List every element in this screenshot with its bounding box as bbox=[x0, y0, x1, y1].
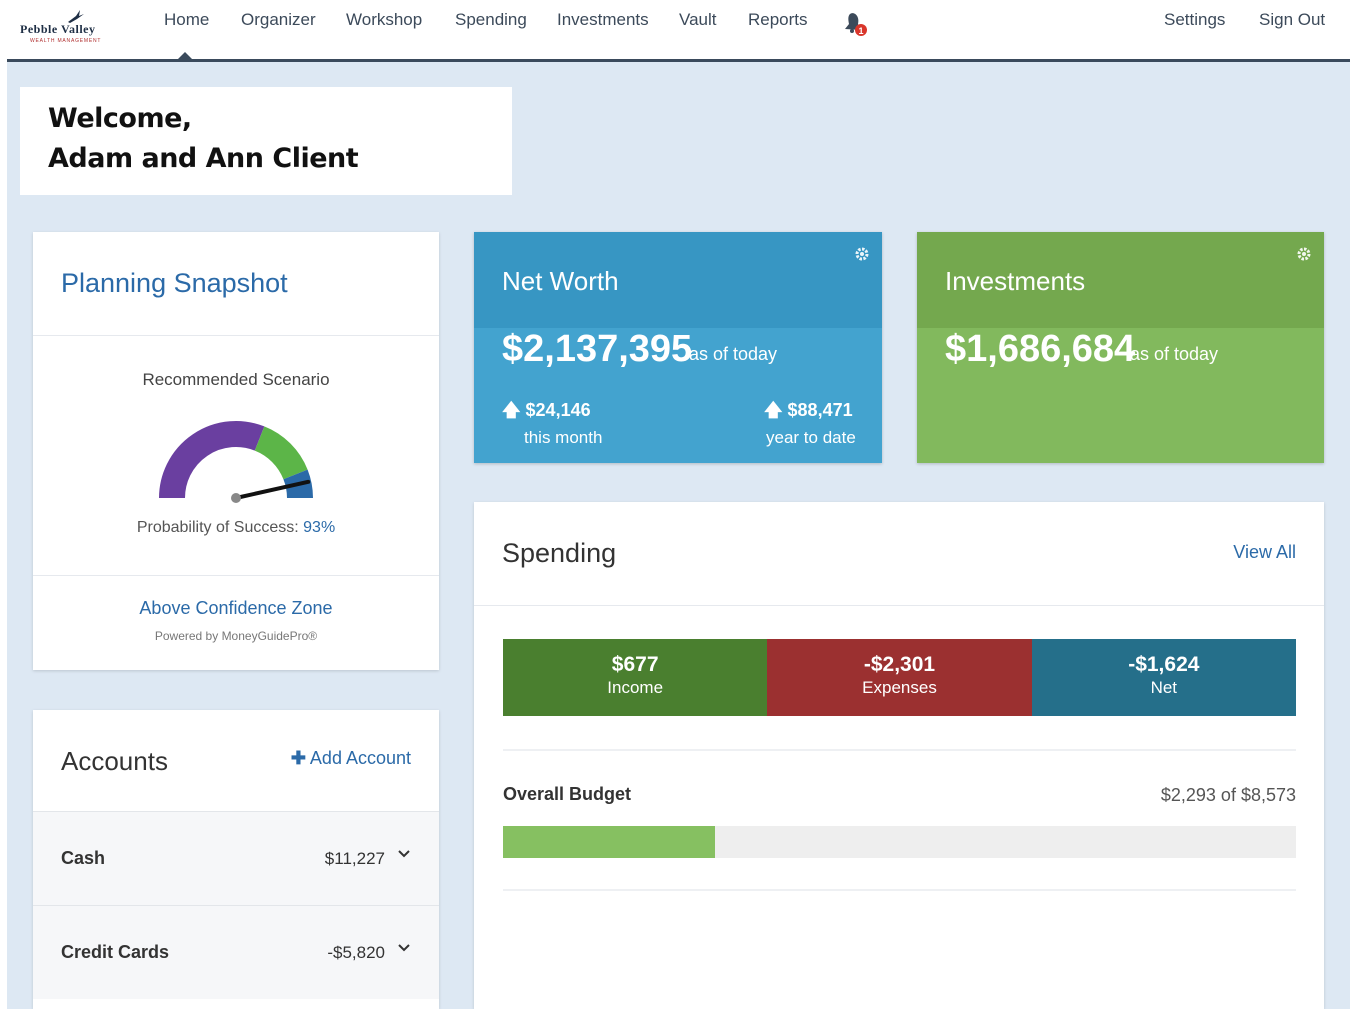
budget-progress-bar bbox=[503, 826, 1296, 858]
probability-of-success: Probability of Success: 93% bbox=[33, 519, 439, 537]
nav-investments[interactable]: Investments bbox=[557, 10, 649, 30]
net-worth-amount: $2,137,395 bbox=[502, 328, 693, 370]
recommended-scenario-label: Recommended Scenario bbox=[142, 370, 330, 389]
investments-title: Investments bbox=[945, 266, 1086, 296]
nav-sign-out[interactable]: Sign Out bbox=[1259, 10, 1325, 30]
nav-workshop[interactable]: Workshop bbox=[346, 10, 422, 30]
welcome-greeting: Welcome, bbox=[48, 103, 192, 134]
view-all-link[interactable]: View All bbox=[1233, 542, 1296, 563]
spending-title: Spending bbox=[502, 538, 617, 568]
ytd-change-value: $88,471 bbox=[787, 400, 853, 420]
investments-amount: $1,686,684 bbox=[945, 328, 1136, 370]
nav-spending[interactable]: Spending bbox=[455, 10, 527, 30]
account-row-credit-cards[interactable]: Credit Cards -$5,820 bbox=[33, 905, 439, 999]
brand-tagline: WEALTH MANAGEMENT bbox=[30, 38, 102, 44]
divider bbox=[474, 605, 1324, 606]
chevron-down-icon[interactable] bbox=[397, 940, 411, 956]
snapshot-title[interactable]: Planning Snapshot bbox=[61, 268, 288, 299]
accounts-title: Accounts bbox=[61, 746, 168, 776]
account-label: Credit Cards bbox=[61, 942, 170, 962]
divider bbox=[33, 575, 439, 576]
divider bbox=[503, 889, 1296, 891]
expenses-label: Expenses bbox=[862, 678, 937, 697]
month-change: 🡅 $24,146 this month bbox=[502, 398, 602, 448]
notifications-button[interactable]: 1 bbox=[840, 10, 870, 40]
probability-value: 93% bbox=[303, 519, 336, 536]
budget-progress-fill bbox=[503, 826, 715, 858]
nav-home[interactable]: Home bbox=[164, 10, 209, 30]
brand-name: Pebble Valley bbox=[20, 22, 96, 36]
account-row-cash[interactable]: Cash $11,227 bbox=[33, 811, 439, 905]
net-worth-tile[interactable]: Net Worth $2,137,395 as of today 🡅 $24,1… bbox=[474, 232, 882, 463]
chevron-down-icon[interactable] bbox=[397, 846, 411, 862]
add-account-button[interactable]: ✚ Add Account bbox=[291, 748, 411, 769]
arrow-up-icon: 🡅 bbox=[764, 400, 783, 420]
arrow-up-icon: 🡅 bbox=[502, 400, 521, 420]
overall-budget-label: Overall Budget bbox=[503, 784, 632, 804]
brand-logo[interactable]: Pebble Valley WEALTH MANAGEMENT bbox=[20, 8, 140, 48]
bell-icon: 1 bbox=[845, 13, 867, 36]
powered-by: Powered by MoneyGuidePro® bbox=[154, 629, 318, 643]
nav-reports[interactable]: Reports bbox=[748, 10, 808, 30]
plus-icon: ✚ bbox=[290, 748, 306, 768]
confidence-zone-link[interactable]: Above Confidence Zone bbox=[33, 598, 439, 619]
account-label: Cash bbox=[61, 848, 106, 868]
gauge-band-mid bbox=[254, 426, 308, 480]
welcome-panel: Welcome, Adam and Ann Client bbox=[20, 87, 512, 195]
ytd-change-label: year to date bbox=[766, 428, 856, 447]
gauge-band-low bbox=[159, 421, 265, 499]
spending-card: Spending View All $677 Income -$2,301 Ex… bbox=[474, 502, 1324, 1009]
expenses-segment[interactable]: -$2,301 Expenses bbox=[767, 639, 1032, 716]
active-nav-caret bbox=[177, 52, 193, 60]
top-nav: Pebble Valley WEALTH MANAGEMENT Home Org… bbox=[0, 0, 1350, 62]
account-value: -$5,820 bbox=[327, 943, 385, 962]
expenses-value: -$2,301 bbox=[863, 653, 936, 676]
welcome-client-name: Adam and Ann Client bbox=[48, 143, 359, 174]
account-value: $11,227 bbox=[324, 849, 385, 868]
accounts-card: Accounts ✚ Add Account Cash $11,227 Cred… bbox=[33, 710, 439, 1009]
gear-icon[interactable] bbox=[854, 246, 870, 267]
nav-organizer[interactable]: Organizer bbox=[241, 10, 316, 30]
divider bbox=[33, 335, 439, 336]
add-account-label: Add Account bbox=[309, 748, 411, 768]
divider bbox=[503, 749, 1296, 751]
success-gauge bbox=[159, 421, 313, 503]
cashflow-bar: $677 Income -$2,301 Expenses -$1,624 Net bbox=[503, 639, 1296, 716]
nav-settings[interactable]: Settings bbox=[1164, 10, 1225, 30]
gauge-hub bbox=[231, 493, 241, 503]
net-worth-as-of: as of today bbox=[689, 344, 778, 364]
gear-icon[interactable] bbox=[1296, 246, 1312, 267]
ytd-change: 🡅 $88,471 year to date bbox=[764, 398, 856, 448]
net-value: -$1,624 bbox=[1128, 653, 1200, 676]
overall-budget-value: $2,293 of $8,573 bbox=[1160, 785, 1296, 805]
net-segment[interactable]: -$1,624 Net bbox=[1031, 639, 1296, 716]
investments-tile[interactable]: Investments $1,686,684 as of today bbox=[917, 232, 1324, 463]
net-worth-title: Net Worth bbox=[502, 266, 619, 296]
month-change-value: $24,146 bbox=[525, 400, 591, 420]
income-label: Income bbox=[607, 678, 664, 697]
notification-count: 1 bbox=[858, 26, 863, 36]
month-change-label: this month bbox=[524, 428, 603, 447]
income-segment[interactable]: $677 Income bbox=[503, 639, 768, 716]
planning-snapshot-card[interactable]: Planning Snapshot Recommended Scenario P… bbox=[33, 232, 439, 670]
investments-as-of: as of today bbox=[1130, 344, 1219, 364]
income-value: $677 bbox=[611, 653, 659, 676]
net-label: Net bbox=[1150, 678, 1178, 697]
probability-label: Probability of Success: bbox=[136, 519, 299, 536]
nav-vault[interactable]: Vault bbox=[679, 10, 717, 30]
